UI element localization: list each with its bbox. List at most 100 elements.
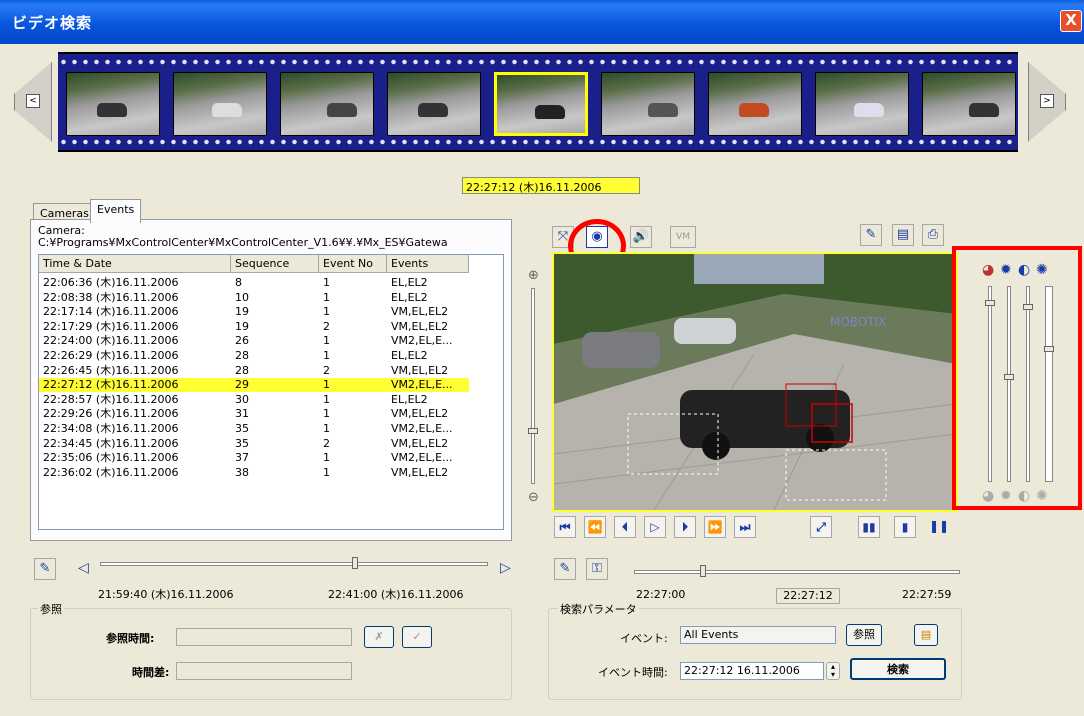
event-time-field[interactable]: 22:27:12 16.11.2006	[680, 662, 824, 680]
browse-button[interactable]: 参照	[846, 624, 882, 646]
first-frame-button[interactable]: ⏮	[554, 516, 576, 538]
window-title: ビデオ検索	[12, 14, 93, 32]
lock-icon[interactable]: ⚿	[586, 558, 608, 580]
table-cell: 26	[235, 334, 249, 348]
column-header-event-no[interactable]: Event No	[319, 255, 387, 273]
filmstrip-thumbnail[interactable]	[173, 72, 267, 136]
vm-button[interactable]: VM	[670, 226, 696, 248]
table-row[interactable]: 22:17:14 (木)16.11.2006 19 1 VM,EL,EL2	[39, 305, 469, 319]
table-cell: EL,EL2	[391, 349, 428, 362]
single-view-icon[interactable]: ▮	[894, 516, 916, 538]
edit-icon[interactable]: ✎	[860, 224, 882, 246]
table-row[interactable]: 22:29:26 (木)16.11.2006 31 1 VM,EL,EL2	[39, 407, 469, 421]
fast-rewind-button[interactable]: ⏪	[584, 516, 606, 538]
color-reset-icon[interactable]: ◕	[982, 488, 994, 504]
event-field[interactable]: All Events	[680, 626, 836, 644]
step-back-button[interactable]: ⏴	[614, 516, 636, 538]
table-cell: 22:24:00 (木)16.11.2006	[43, 334, 179, 348]
table-row[interactable]: 22:17:29 (木)16.11.2006 19 2 VM,EL,EL2	[39, 320, 469, 334]
saturation-reset-icon[interactable]: ✺	[1036, 488, 1048, 504]
chevron-right-icon[interactable]: >	[1040, 94, 1054, 108]
print-icon[interactable]: ⎙	[922, 224, 944, 246]
color-slider-thumb[interactable]	[985, 300, 995, 306]
table-row[interactable]: 22:27:12 (木)16.11.2006 29 1 VM2,EL,E...	[39, 378, 469, 393]
contrast-reset-icon[interactable]: ◐	[1018, 488, 1030, 504]
fast-forward-button[interactable]: ⏩	[704, 516, 726, 538]
chevron-left-icon[interactable]: <	[26, 94, 40, 108]
table-cell: VM,EL,EL2	[391, 305, 449, 319]
fullscreen-icon[interactable]: ⤢	[810, 516, 832, 538]
zoom-in-icon[interactable]: ⊕	[528, 268, 539, 283]
event-timeline-slider[interactable]	[100, 562, 488, 566]
saturation-slider[interactable]	[1045, 286, 1053, 482]
filmstrip-thumbnail[interactable]	[708, 72, 802, 136]
brightness-slider-thumb[interactable]	[1004, 374, 1014, 380]
filmstrip-thumbnail[interactable]	[494, 72, 588, 136]
zoom-out-icon[interactable]: ⊖	[528, 490, 539, 505]
table-cell: 19	[235, 319, 249, 333]
table-row[interactable]: 22:34:08 (木)16.11.2006 35 1 VM2,EL,E...	[39, 422, 469, 436]
play-button[interactable]: ▷	[644, 516, 666, 538]
table-row[interactable]: 22:35:06 (木)16.11.2006 37 1 VM2,EL,E...	[39, 451, 469, 465]
table-row[interactable]: 22:26:29 (木)16.11.2006 28 1 EL,EL2	[39, 349, 469, 363]
reference-clear-button[interactable]: ✓	[402, 626, 432, 648]
table-row[interactable]: 22:34:45 (木)16.11.2006 35 2 VM,EL,EL2	[39, 437, 469, 451]
zoom-slider-thumb[interactable]	[528, 428, 538, 434]
saturation-slider-thumb[interactable]	[1044, 346, 1054, 352]
frame-timeline-slider[interactable]	[634, 570, 960, 574]
tab-events[interactable]: Events	[90, 199, 142, 223]
audio-icon[interactable]: 🔊	[630, 226, 652, 248]
column-header-sequence[interactable]: Sequence	[231, 255, 319, 273]
video-display[interactable]: MOBOTIX	[552, 252, 958, 512]
title-bar	[0, 0, 1084, 44]
filmstrip-thumbnail[interactable]	[387, 72, 481, 136]
saturation-icon: ✺	[1036, 262, 1048, 278]
table-cell: 8	[235, 276, 242, 289]
brightness-slider[interactable]	[1007, 286, 1011, 482]
event-label: イベント:	[620, 632, 668, 645]
timeline-start-marker-icon[interactable]: ◁	[78, 560, 89, 576]
time-spinner[interactable]: ▴ ▾	[826, 662, 840, 680]
save-icon[interactable]: ▤	[892, 224, 914, 246]
filmstrip-thumbnail[interactable]	[815, 72, 909, 136]
mark-icon-left[interactable]: ✎	[34, 558, 56, 580]
film-icon[interactable]: ▤	[914, 624, 938, 646]
filmstrip-thumbnail[interactable]	[66, 72, 160, 136]
table-cell: VM,EL,EL2	[391, 363, 449, 377]
contrast-slider-thumb[interactable]	[1023, 304, 1033, 310]
zoom-slider[interactable]	[531, 288, 535, 484]
search-button[interactable]: 検索	[850, 658, 946, 680]
table-row[interactable]: 22:28:57 (木)16.11.2006 30 1 EL,EL2	[39, 393, 469, 407]
dual-view-icon[interactable]: ▮▮	[858, 516, 880, 538]
timeline-end-marker-icon[interactable]: ▷	[500, 560, 511, 576]
table-row[interactable]: 22:36:02 (木)16.11.2006 38 1 VM,EL,EL2	[39, 466, 469, 480]
reference-set-button[interactable]: ✗	[364, 626, 394, 648]
column-header-events[interactable]: Events	[387, 255, 469, 273]
last-frame-button[interactable]: ⏭	[734, 516, 756, 538]
frame-timeline-thumb[interactable]	[700, 565, 706, 577]
table-cell: 38	[235, 465, 249, 479]
table-row[interactable]: 22:08:38 (木)16.11.2006 10 1 EL,EL2	[39, 291, 469, 305]
brightness-reset-icon[interactable]: ✹	[1000, 488, 1012, 504]
filmstrip-thumbnail[interactable]	[922, 72, 1016, 136]
events-list[interactable]: Time & Date Sequence Event No Events 22:…	[38, 254, 504, 530]
table-cell: 2	[323, 319, 330, 333]
column-header-time[interactable]: Time & Date	[39, 255, 231, 273]
table-cell: 1	[323, 276, 330, 289]
table-row[interactable]: 22:26:45 (木)16.11.2006 28 2 VM,EL,EL2	[39, 364, 469, 378]
color-slider[interactable]	[988, 286, 992, 482]
table-row[interactable]: 22:24:00 (木)16.11.2006 26 1 VM2,EL,E...	[39, 334, 469, 348]
table-cell: 22:34:45 (木)16.11.2006	[43, 436, 179, 450]
table-cell: 1	[323, 422, 330, 435]
timeline-end-label: 22:41:00 (木)16.11.2006	[328, 588, 464, 601]
table-row[interactable]: 22:06:36 (木)16.11.2006 8 1 EL,EL2	[39, 276, 469, 290]
table-cell: 22:17:29 (木)16.11.2006	[43, 319, 179, 333]
filmstrip-thumbnail[interactable]	[280, 72, 374, 136]
event-timeline-thumb[interactable]	[352, 557, 358, 569]
pause-icon[interactable]: ❚❚	[928, 516, 950, 538]
mark-icon-right[interactable]: ✎	[554, 558, 576, 580]
contrast-slider[interactable]	[1026, 286, 1030, 482]
step-forward-button[interactable]: ⏵	[674, 516, 696, 538]
filmstrip-thumbnail[interactable]	[601, 72, 695, 136]
close-button[interactable]: X	[1060, 10, 1082, 32]
